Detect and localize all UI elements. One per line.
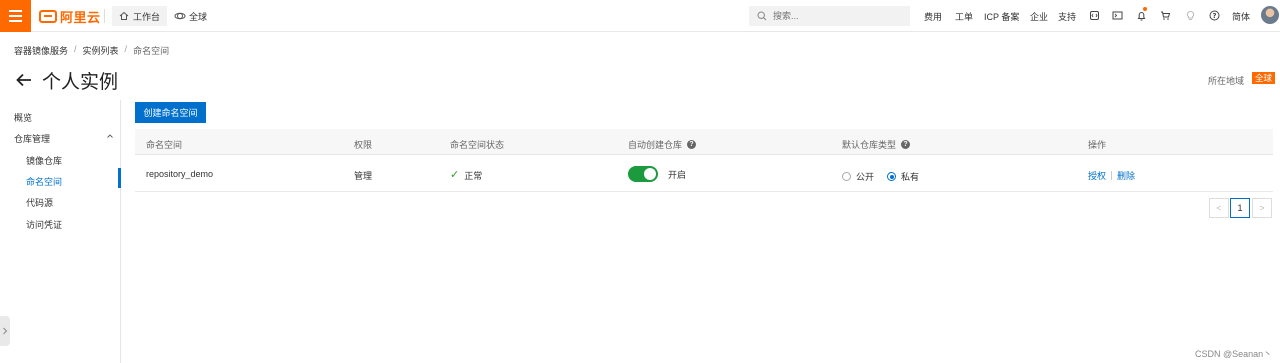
breadcrumb: 容器镜像服务 / 实例列表 / 命名空间: [14, 44, 169, 57]
action-divider: [1111, 171, 1113, 180]
sidebar-item-code-sources[interactable]: 代码源: [26, 196, 53, 209]
radio-private[interactable]: [887, 172, 897, 181]
help-icon[interactable]: ?: [687, 140, 697, 149]
breadcrumb-separator: /: [124, 44, 128, 54]
cell-namespace: repository_demo: [146, 169, 214, 179]
workbench-label: 工作台: [133, 11, 161, 22]
lightbulb-icon[interactable]: [1184, 9, 1196, 21]
cell-status: ✓ 正常: [450, 169, 482, 182]
table-row: repository_demo 管理 ✓ 正常 开启 公开 私有 授权 删除: [135, 156, 1273, 192]
radio-public[interactable]: [842, 172, 851, 181]
pagination-next-button[interactable]: >: [1252, 198, 1272, 218]
column-header-status: 命名空间状态: [450, 140, 505, 150]
sidebar-item-namespaces[interactable]: 命名空间: [26, 175, 62, 188]
nav-link-icp[interactable]: ICP 备案: [984, 10, 1019, 23]
column-header-auto-create: 自动创建仓库 ?: [628, 138, 697, 151]
pagination-prev-button[interactable]: <: [1209, 198, 1229, 218]
help-icon[interactable]: ?: [1208, 9, 1220, 21]
divider: [104, 9, 105, 23]
svg-text:?: ?: [1212, 12, 1216, 20]
auto-create-toggle[interactable]: [628, 166, 658, 182]
toggle-label: 开启: [668, 169, 687, 180]
column-header-auto-create-label: 自动创建仓库: [628, 140, 683, 150]
column-header-default-repo-type-label: 默认仓库类型: [842, 140, 897, 150]
nav-link-billing[interactable]: 费用: [924, 10, 942, 23]
top-navigation-bar: 阿里云 工作台 全球 费用 工单 ICP 备案 企业 支持: [0, 0, 1280, 32]
logo-text: 阿里云: [60, 9, 101, 25]
breadcrumb-item-namespace: 命名空间: [133, 46, 170, 56]
sidebar-active-indicator: [118, 168, 121, 188]
search-box[interactable]: [749, 6, 910, 26]
sidebar-expand-handle[interactable]: [0, 316, 10, 346]
cell-permission: 管理: [354, 171, 373, 181]
sidebar-item-overview[interactable]: 概览: [14, 111, 32, 124]
sidebar-item-image-repos[interactable]: 镜像仓库: [26, 154, 62, 167]
cell-actions: 授权 删除: [1088, 169, 1135, 182]
breadcrumb-item-registry[interactable]: 容器镜像服务: [14, 44, 68, 57]
authorize-link[interactable]: 授权: [1088, 169, 1106, 182]
search-input[interactable]: [773, 11, 903, 21]
language-switcher[interactable]: 简体: [1232, 10, 1250, 23]
region-selector[interactable]: 全球: [174, 6, 207, 26]
back-arrow-icon[interactable]: [14, 70, 34, 90]
pagination-page-1[interactable]: 1: [1230, 198, 1250, 218]
cell-auto-create: 开启: [628, 166, 686, 182]
nav-link-tickets[interactable]: 工单: [955, 10, 973, 23]
radio-private-label[interactable]: 私有: [901, 170, 919, 183]
watermark: CSDN @Seanan丶: [1195, 349, 1273, 359]
aliyun-logo-mark-icon: [39, 9, 57, 23]
cell-repo-type: 公开 私有: [842, 170, 919, 183]
check-icon: ✓: [450, 169, 460, 181]
home-icon: [119, 11, 129, 20]
page-title: 个人实例: [42, 72, 119, 93]
avatar[interactable]: [1261, 6, 1279, 24]
breadcrumb-separator: /: [74, 44, 77, 54]
globe-icon: [174, 12, 186, 20]
delete-link[interactable]: 删除: [1117, 169, 1135, 182]
status-text: 正常: [464, 171, 483, 181]
create-namespace-button[interactable]: 创建命名空间: [135, 102, 206, 123]
chevron-up-icon[interactable]: [106, 132, 114, 140]
aliyun-logo[interactable]: 阿里云: [39, 8, 101, 25]
help-icon[interactable]: ?: [901, 140, 911, 149]
chevron-right-icon: [3, 327, 8, 335]
terminal-icon[interactable]: [1111, 9, 1123, 21]
radio-public-label[interactable]: 公开: [856, 170, 874, 183]
nav-link-support[interactable]: 支持: [1058, 10, 1076, 23]
column-header-namespace: 命名空间: [146, 140, 183, 150]
nav-link-enterprise[interactable]: 企业: [1030, 10, 1048, 23]
breadcrumb-item-instances[interactable]: 实例列表: [83, 44, 119, 57]
sidebar-group-repo-management[interactable]: 仓库管理: [14, 132, 50, 145]
code-icon[interactable]: [1088, 9, 1100, 21]
search-icon: [757, 11, 767, 21]
column-header-permission: 权限: [354, 140, 373, 150]
workbench-button[interactable]: 工作台: [112, 6, 168, 26]
region-badge: 全球: [1252, 72, 1276, 84]
region-label: 全球: [189, 11, 208, 22]
sidebar-item-access-credentials[interactable]: 访问凭证: [26, 218, 62, 231]
cart-icon[interactable]: [1159, 9, 1171, 21]
menu-icon[interactable]: [0, 0, 31, 32]
notification-dot: [1143, 7, 1147, 11]
column-header-default-repo-type: 默认仓库类型 ?: [842, 138, 911, 151]
table-header: 命名空间 权限 命名空间状态 自动创建仓库 ? 默认仓库类型 ? 操作: [135, 129, 1273, 155]
column-header-actions: 操作: [1088, 140, 1107, 150]
region-info-label: 所在地域: [1208, 76, 1245, 86]
